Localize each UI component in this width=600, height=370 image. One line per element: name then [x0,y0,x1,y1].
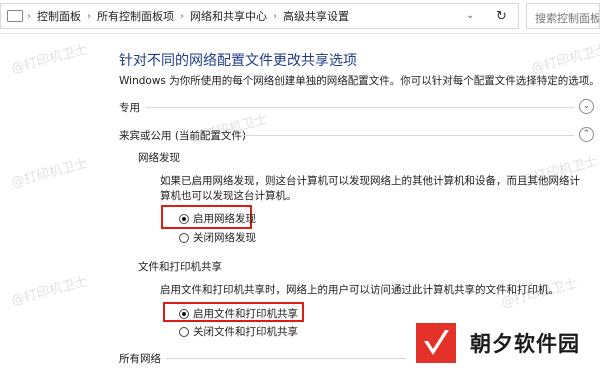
radio-button[interactable] [179,308,189,319]
radio-button[interactable] [179,213,189,224]
page-title: 针对不同的网络配置文件更改共享选项 [119,53,357,69]
divider [146,107,574,108]
network-discovery-text: 如果已启用网络发现，则这台计算机可以发现网络上的其他计算机和设备，而且其他网络计… [160,175,580,202]
watermark: @打印机卫士 [529,42,600,77]
profile-public-header[interactable]: 来宾或公用 (当前配置文件) [119,128,246,143]
radio-label: 启用网络发现 [193,213,256,225]
chevron-right-icon: › [87,10,91,22]
breadcrumb-network-center[interactable]: 网络和共享中心 [190,8,267,24]
brand-name: 朝夕软件园 [470,332,580,356]
address-bar[interactable]: › 控制面板 › 所有控制面板项 › 网络和共享中心 › 高级共享设置 ⌄ ↻ [0,3,519,29]
breadcrumb-control-panel[interactable]: 控制面板 [37,8,81,24]
radio-button[interactable] [179,232,189,243]
radio-enable-network-discovery[interactable]: 启用网络发现 [179,211,256,226]
divider [166,358,406,359]
brand-logo: 朝夕软件园 [412,316,600,370]
search-input[interactable]: 搜索控制面板 [526,3,600,29]
watermark: @打印机卫士 [9,156,90,191]
network-discovery-heading: 网络发现 [138,152,180,164]
chevron-down-icon[interactable]: ⌄ [466,10,474,21]
radio-label: 关闭网络发现 [193,232,256,244]
radio-label: 启用文件和打印机共享 [193,308,298,320]
chevron-right-icon: › [273,10,277,22]
radio-enable-file-sharing[interactable]: 启用文件和打印机共享 [179,306,298,321]
watermark: @打印机卫士 [9,274,90,309]
refresh-icon[interactable]: ↻ [496,9,507,24]
breadcrumb-all-items[interactable]: 所有控制面板项 [97,8,174,24]
chevron-right-icon: › [180,10,184,22]
radio-button[interactable] [179,326,189,337]
radio-label: 关闭文件和打印机共享 [193,326,298,338]
brand-logo-icon [416,323,456,363]
breadcrumb-advanced-sharing[interactable]: 高级共享设置 [283,8,349,24]
chevron-right-icon: › [27,10,31,22]
radio-disable-file-sharing[interactable]: 关闭文件和打印机共享 [179,324,298,339]
collapse-chevron-icon[interactable]: ⌃ [579,127,594,142]
divider [242,135,574,136]
file-printer-sharing-heading: 文件和打印机共享 [138,261,222,273]
profile-private-header[interactable]: 专用 [119,100,140,115]
file-printer-sharing-text: 启用文件和打印机共享时，网络上的用户可以访问通过此计算机共享的文件和打印机。 [160,284,559,296]
watermark: @打印机卫士 [9,42,90,77]
control-panel-icon [7,10,23,22]
profile-all-networks-header[interactable]: 所有网络 [119,351,161,366]
expand-chevron-icon[interactable]: ⌄ [579,99,594,114]
address-toolbar: › 控制面板 › 所有控制面板项 › 网络和共享中心 › 高级共享设置 ⌄ ↻ … [0,0,600,34]
radio-disable-network-discovery[interactable]: 关闭网络发现 [179,230,256,245]
page-description: Windows 为你所使用的每个网络创建单独的网络配置文件。你可以针对每个配置文… [119,75,600,87]
